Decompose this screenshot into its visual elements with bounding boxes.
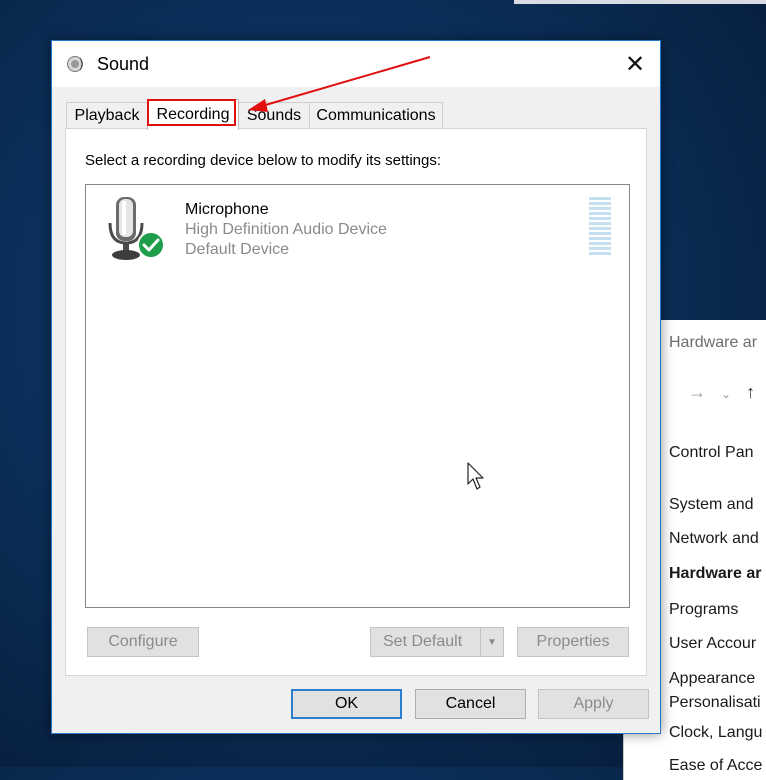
level-meter: [589, 197, 611, 257]
mouse-cursor-icon: [467, 462, 484, 490]
device-list[interactable]: Microphone High Definition Audio Device …: [85, 184, 630, 608]
properties-button[interactable]: Properties: [517, 627, 629, 657]
tab-playback[interactable]: Playback: [66, 102, 148, 129]
category-user-accounts[interactable]: User Accour: [669, 635, 756, 653]
control-panel-nav: → ⌄ ↑: [688, 382, 765, 403]
category-network[interactable]: Network and: [669, 530, 759, 548]
close-icon: ✕: [624, 50, 646, 78]
checkmark-icon: [137, 231, 165, 259]
category-hardware[interactable]: Hardware ar: [669, 565, 762, 583]
category-ease-of-access[interactable]: Ease of Acce: [669, 757, 762, 775]
instruction-text: Select a recording device below to modif…: [85, 152, 442, 169]
set-default-button[interactable]: Set Default ▼: [370, 627, 504, 657]
chevron-down-icon[interactable]: ⌄: [721, 387, 731, 401]
device-status: Default Device: [185, 241, 290, 258]
close-button[interactable]: ✕: [618, 47, 652, 81]
cancel-button[interactable]: Cancel: [415, 689, 526, 719]
recording-panel: Select a recording device below to modif…: [65, 128, 647, 676]
device-description: High Definition Audio Device: [185, 221, 387, 238]
control-panel-breadcrumb[interactable]: Control Pan: [669, 444, 754, 462]
category-clock-language[interactable]: Clock, Langu: [669, 724, 762, 742]
chevron-down-icon[interactable]: ▼: [480, 628, 503, 656]
tab-communications[interactable]: Communications: [309, 102, 443, 129]
recording-tab-highlight: [147, 99, 236, 126]
category-personalisation[interactable]: Personalisati: [669, 694, 761, 712]
up-arrow-icon[interactable]: ↑: [746, 382, 755, 402]
list-item[interactable]: Microphone High Definition Audio Device …: [86, 185, 629, 285]
apply-button[interactable]: Apply: [538, 689, 649, 719]
set-default-label: Set Default: [383, 633, 463, 650]
category-system[interactable]: System and: [669, 496, 753, 514]
category-programs[interactable]: Programs: [669, 601, 738, 619]
control-panel-title: Hardware ar: [669, 334, 758, 351]
title-bar[interactable]: Sound ✕: [52, 41, 660, 87]
ok-button[interactable]: OK: [291, 689, 402, 719]
configure-button[interactable]: Configure: [87, 627, 199, 657]
forward-arrow-icon[interactable]: →: [688, 382, 706, 402]
category-appearance[interactable]: Appearance: [669, 670, 755, 688]
sound-dialog: Sound ✕ Playback Recording Sounds Commun…: [51, 40, 661, 734]
microphone-icon: [108, 197, 165, 260]
device-name: Microphone: [185, 201, 269, 218]
background-window-edge: [514, 0, 766, 4]
speaker-icon: [67, 56, 83, 72]
tab-sounds[interactable]: Sounds: [238, 102, 310, 129]
dialog-title: Sound: [97, 54, 150, 74]
